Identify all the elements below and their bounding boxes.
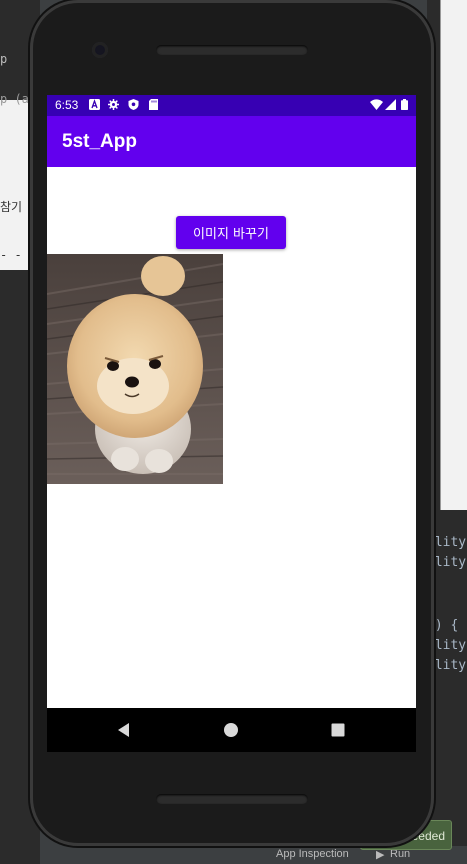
top-speaker [156,45,308,55]
ide-right-toolbar [440,0,467,510]
sd-card-icon [149,99,158,110]
ide-left-snippet: p [0,52,8,66]
ide-left-snippet: 참기 [0,200,23,214]
battery-icon [401,99,408,110]
app-bar: 5st_App [47,116,416,167]
change-image-button[interactable]: 이미지 바꾸기 [176,216,286,249]
shield-icon [128,99,139,110]
phone-screen: 6:53 5st_App 이미지 바꾸기 [47,95,416,708]
notification-a-icon [89,99,100,110]
recent-apps-icon[interactable] [329,721,347,739]
ide-tab-app-inspection[interactable]: App Inspection [276,848,349,860]
navigation-bar [47,708,416,752]
dog-image [47,254,223,484]
settings-icon [108,99,119,110]
app-title: 5st_App [62,131,137,152]
back-icon[interactable] [115,721,133,739]
ide-left-snippet: - - [0,248,22,262]
wifi-icon [370,99,383,110]
bottom-speaker [156,794,308,804]
front-camera [92,42,108,58]
signal-icon [385,99,396,110]
status-time: 6:53 [55,98,79,112]
status-bar: 6:53 [47,95,416,116]
home-icon[interactable] [222,721,240,739]
